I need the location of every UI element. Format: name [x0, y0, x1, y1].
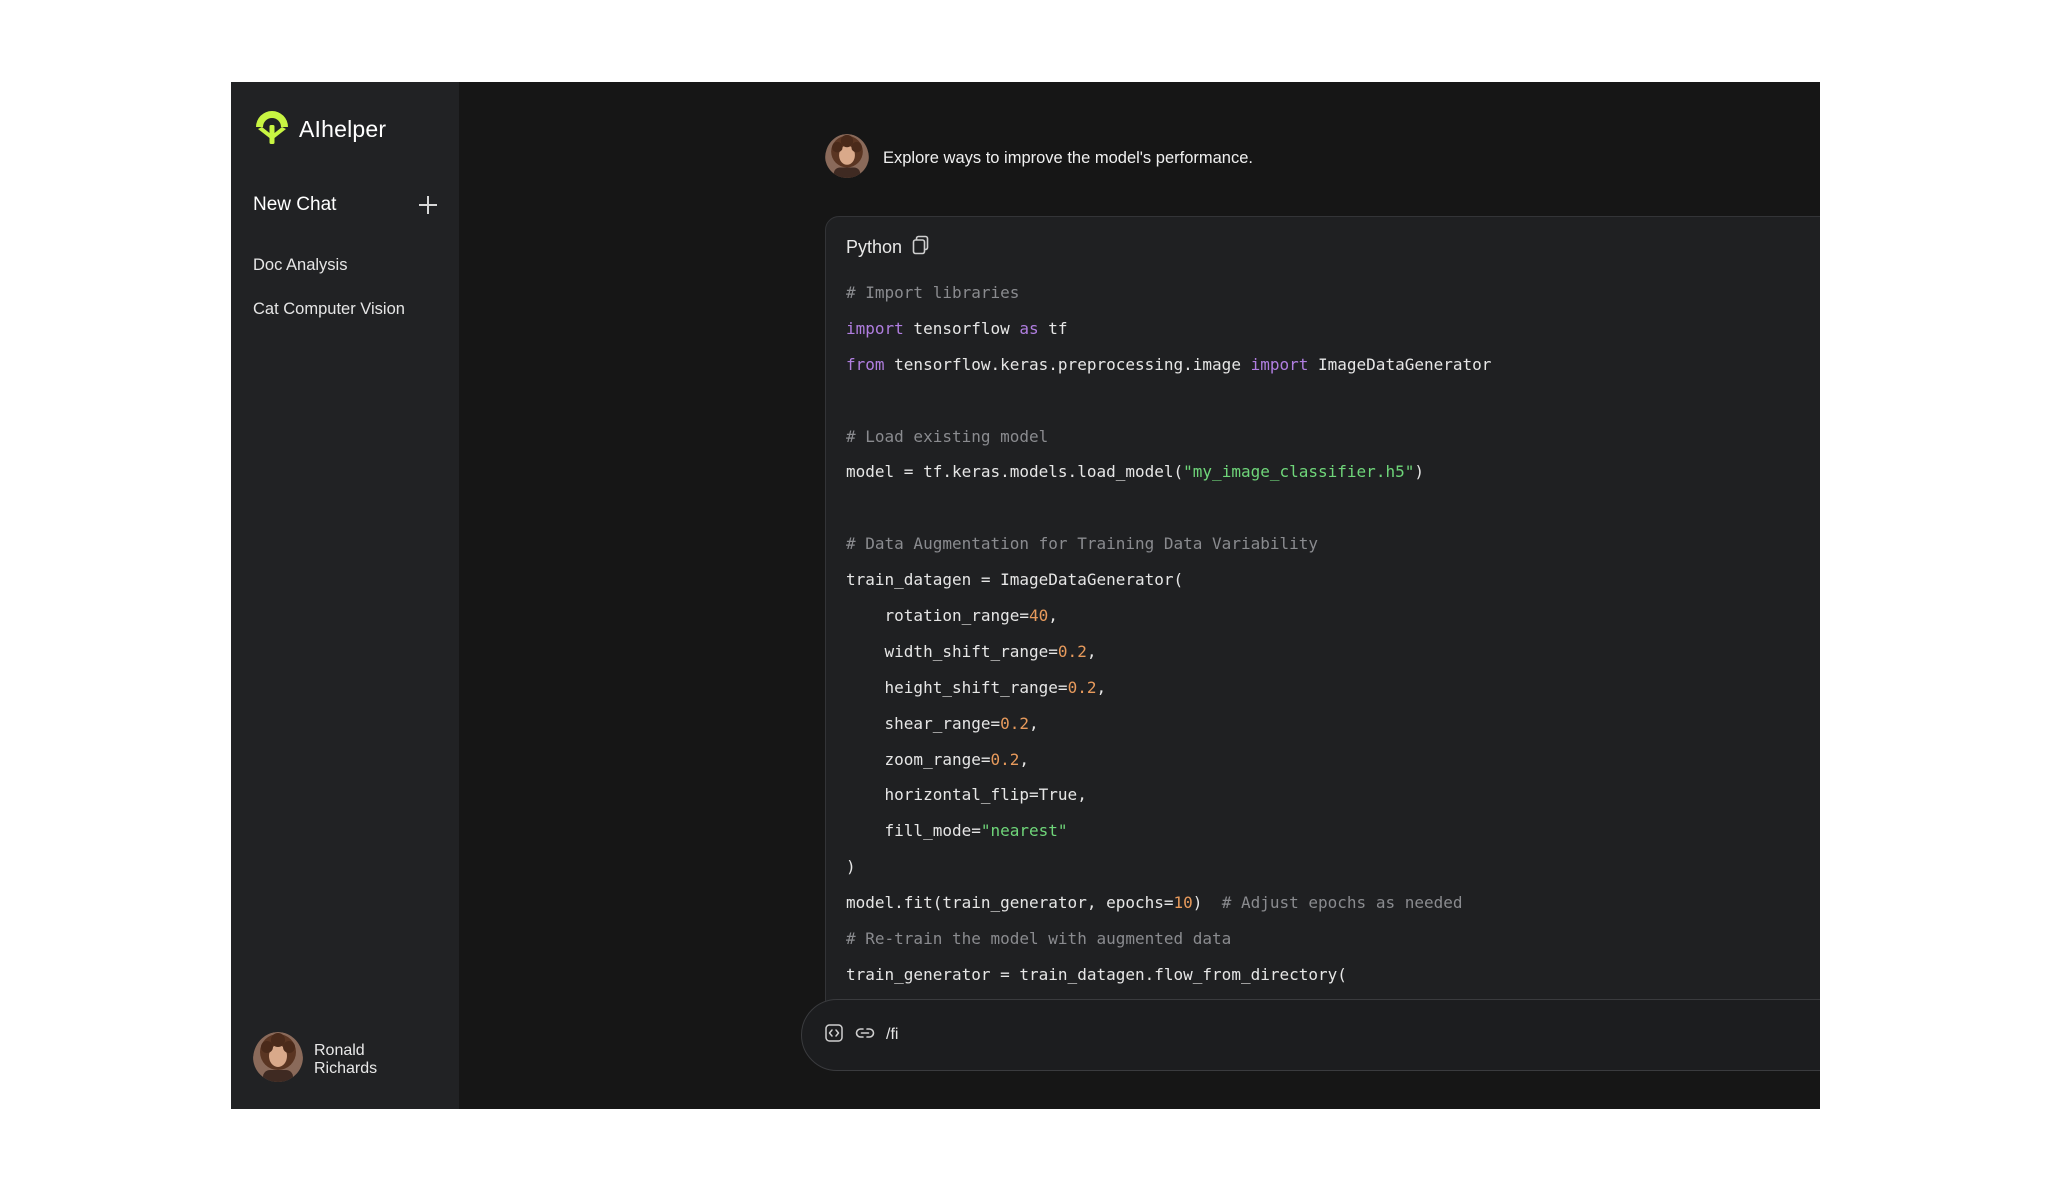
code-token: horizontal_flip=True,: [846, 785, 1087, 805]
code-token: ImageDataGenerator: [1308, 354, 1492, 374]
code-token: as: [1019, 318, 1039, 338]
message-composer: [801, 999, 1820, 1071]
code-token: # Import libraries: [846, 283, 1020, 302]
code-token: ): [846, 857, 856, 877]
code-token: zoom_range=: [846, 749, 991, 769]
code-token: # Adjust epochs as needed: [1221, 893, 1463, 913]
code-token: tf: [1038, 318, 1068, 338]
code-token: ): [1414, 462, 1424, 482]
code-line: fill_mode="nearest": [846, 813, 1491, 849]
code-token: "nearest": [980, 821, 1068, 841]
code-token: # Load existing model: [846, 426, 1049, 446]
code-token: train_generator = train_datagen.flow_fro…: [846, 964, 1347, 984]
code-language-label: Python: [846, 237, 903, 257]
code-line: train_generator = train_datagen.flow_fro…: [846, 957, 1491, 993]
code-token: model = tf.keras.models.load_model(: [846, 462, 1184, 482]
code-line: # Load existing model: [846, 419, 1491, 455]
code-token: 40: [1029, 606, 1049, 626]
code-token: from: [846, 354, 885, 374]
code-content: # Import libraries import tensorflow as t…: [846, 275, 1491, 993]
message-input[interactable]: [886, 1026, 1786, 1044]
code-line: # Re-train the model with augmented data: [846, 921, 1491, 957]
code-token: train_datagen = ImageDataGenerator(: [846, 570, 1184, 590]
code-token: tensorflow.keras.preprocessing.image: [884, 354, 1251, 374]
code-token: 0.2: [1067, 677, 1097, 697]
code-line: shear_range=0.2,: [846, 706, 1491, 742]
brand[interactable]: AIhelper: [253, 108, 386, 151]
code-block-header: Python: [846, 235, 930, 260]
code-token: fill_mode=: [846, 821, 981, 841]
chat-history-list: Doc Analysis Cat Computer Vision: [253, 254, 405, 342]
chat-main: Explore ways to improve the model's perf…: [459, 82, 1820, 1109]
code-line: # Import libraries: [846, 275, 1491, 311]
code-token: import: [846, 318, 904, 338]
new-chat-label: New Chat: [253, 194, 337, 215]
code-token: tensorflow: [903, 318, 1020, 338]
brand-name: AIhelper: [299, 116, 387, 142]
code-line: height_shift_range=0.2,: [846, 670, 1491, 706]
code-line: zoom_range=0.2,: [846, 742, 1491, 778]
code-token: shear_range=: [846, 713, 1001, 733]
user-prompt-message: Explore ways to improve the model's perf…: [825, 134, 1253, 183]
user-profile[interactable]: Ronald Richards: [253, 1032, 404, 1087]
sidebar: AIhelper New Chat Doc Analysis Cat Compu…: [231, 82, 459, 1109]
code-token: 0.2: [1000, 713, 1030, 733]
code-line: ): [846, 849, 1491, 885]
code-line: width_shift_range=0.2,: [846, 634, 1491, 670]
composer-tools: [824, 1000, 1786, 1070]
code-icon[interactable]: [824, 1023, 844, 1048]
code-token: ,: [1086, 641, 1097, 661]
code-line: model.fit(train_generator, epochs=10) # …: [846, 885, 1491, 921]
code-token: model.fit(train_generator, epochs=: [846, 893, 1174, 913]
code-token: import: [1250, 354, 1309, 374]
code-token: 10: [1173, 893, 1193, 913]
user-name: Ronald Richards: [314, 1041, 378, 1077]
code-block: Python # Import libraries import tensorfl…: [825, 216, 1820, 1038]
code-line: train_datagen = ImageDataGenerator(: [846, 562, 1491, 598]
code-token: # Data Augmentation for Training Data Va…: [846, 534, 1319, 554]
code-token: rotation_range=: [846, 606, 1030, 626]
link-icon[interactable]: [854, 1023, 876, 1048]
plus-icon[interactable]: [417, 194, 439, 216]
code-token: ,: [1096, 677, 1107, 697]
prompt-avatar: [825, 134, 869, 183]
copy-icon[interactable]: [912, 235, 930, 260]
code-token: ): [1192, 893, 1222, 913]
code-token: ,: [1019, 749, 1030, 769]
brand-logo-icon: [253, 108, 291, 151]
prompt-text: Explore ways to improve the model's perf…: [883, 149, 1253, 167]
code-token: 0.2: [990, 749, 1020, 769]
code-token: ,: [1048, 606, 1058, 626]
new-chat-button[interactable]: New Chat: [253, 194, 439, 216]
code-token: width_shift_range=: [846, 641, 1058, 661]
code-line: import tensorflow as tf: [846, 311, 1491, 347]
code-token: # Re-train the model with augmented data: [846, 929, 1232, 949]
app-window: AIhelper New Chat Doc Analysis Cat Compu…: [231, 82, 1820, 1109]
code-token: height_shift_range=: [846, 677, 1068, 697]
code-line: from tensorflow.keras.preprocessing.imag…: [846, 347, 1491, 383]
code-token: ,: [1029, 713, 1039, 733]
code-line: horizontal_flip=True,: [846, 777, 1491, 813]
code-line: # Data Augmentation for Training Data Va…: [846, 526, 1491, 562]
code-line: model = tf.keras.models.load_model("my_i…: [846, 454, 1491, 490]
history-item-cat-computer-vision[interactable]: Cat Computer Vision: [253, 298, 405, 342]
user-avatar: [253, 1032, 303, 1087]
code-line: rotation_range=40,: [846, 598, 1491, 634]
history-item-doc-analysis[interactable]: Doc Analysis: [253, 254, 405, 298]
code-token: 0.2: [1057, 641, 1087, 661]
code-token: "my_image_classifier.h5": [1183, 462, 1415, 482]
